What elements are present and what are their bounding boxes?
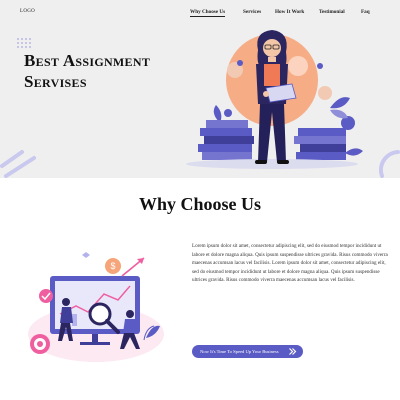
nav-services[interactable]: Services — [243, 9, 261, 15]
hero-title-line2: Servises — [24, 72, 87, 91]
diagonal-lines-decoration — [0, 150, 36, 178]
hero-title: Best Assignment Servises — [24, 50, 150, 92]
double-chevron-right-icon — [289, 348, 297, 355]
why-choose-us-paragraph: Lorem ipsum dolor sit amet, consectetur … — [192, 243, 388, 284]
svg-text:$: $ — [110, 261, 115, 271]
hero-section: LOGO Why Choose Us Services How It Work … — [0, 0, 400, 178]
main-nav: Why Choose Us Services How It Work Testi… — [190, 9, 380, 17]
dot-grid-decoration — [17, 38, 31, 48]
why-choose-us-title: Why Choose Us — [138, 194, 262, 214]
cta-label: Now It's Time To Speed Up Your Business — [200, 349, 279, 354]
nav-faq[interactable]: Faq — [361, 9, 370, 15]
speed-up-business-button[interactable]: Now It's Time To Speed Up Your Business — [192, 345, 303, 358]
nav-why-choose-us[interactable]: Why Choose Us — [190, 9, 226, 17]
arc-decoration — [378, 150, 400, 178]
student-with-laptop-illustration — [186, 30, 363, 169]
nav-how-it-work[interactable]: How It Work — [275, 9, 304, 15]
analytics-team-illustration: $ — [28, 252, 164, 362]
hero-title-line1: Best Assignment — [24, 51, 151, 70]
logo[interactable]: LOGO — [20, 9, 35, 14]
nav-testimonial[interactable]: Testimonial — [319, 9, 345, 15]
